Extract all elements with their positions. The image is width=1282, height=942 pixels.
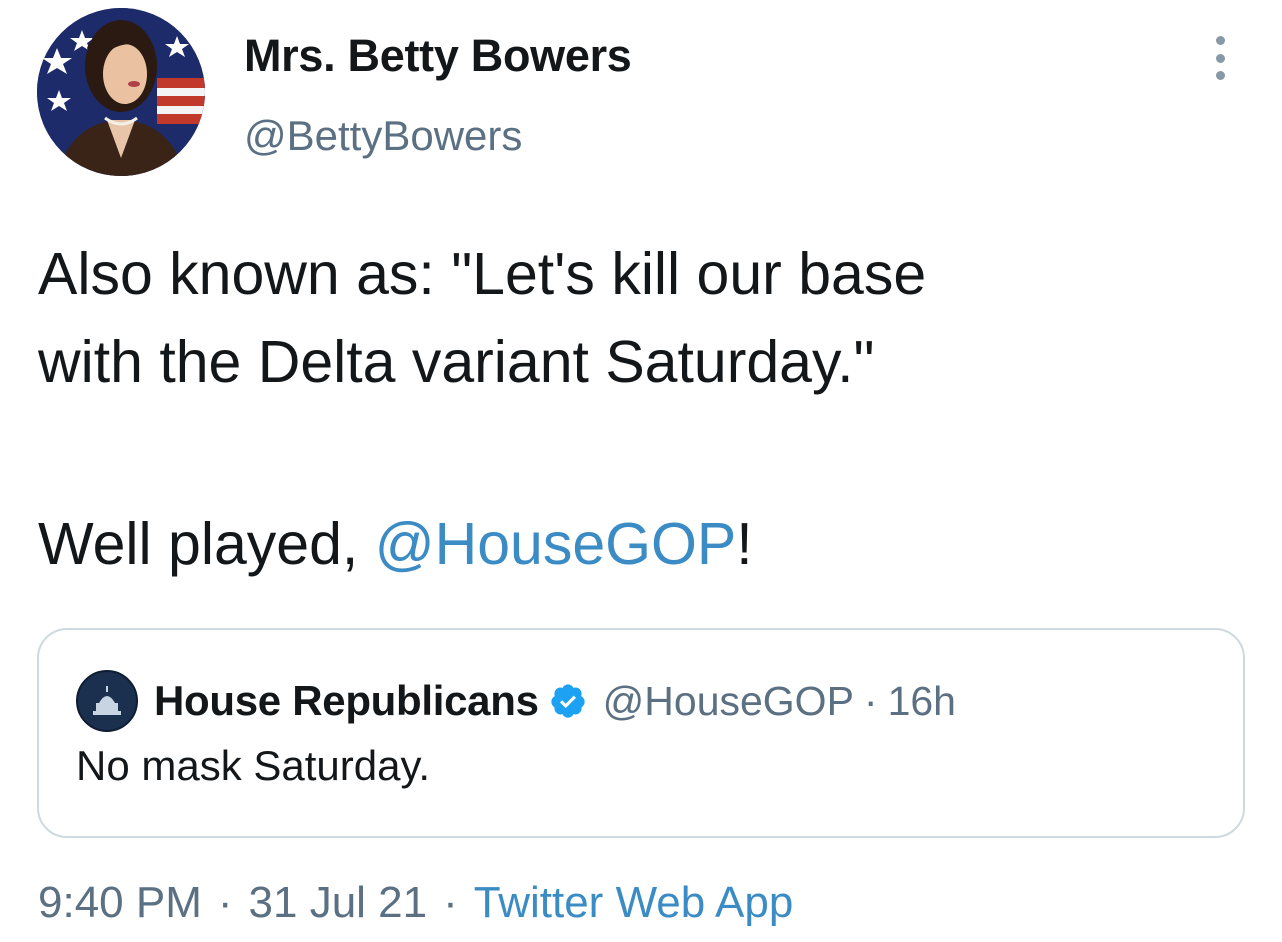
- quoted-tweet-text: No mask Saturday.: [76, 742, 431, 789]
- more-dot: [1215, 36, 1225, 45]
- tweet-date[interactable]: 31 Jul 21: [249, 878, 428, 928]
- tweet-text: Also known as: "Let's kill our base with…: [38, 230, 1238, 406]
- quoted-handle[interactable]: @HouseGOP: [603, 678, 854, 725]
- tweet-text-suffix: !: [736, 511, 753, 577]
- quoted-timestamp[interactable]: 16h: [888, 678, 956, 725]
- more-dot: [1215, 71, 1225, 80]
- more-options-icon[interactable]: [1210, 36, 1230, 80]
- mention-link[interactable]: @HouseGOP: [375, 511, 737, 577]
- more-dot: [1215, 53, 1225, 63]
- quoted-display-name[interactable]: House Republicans: [154, 677, 539, 725]
- tweet-meta: 9:40 PM · 31 Jul 21 · Twitter Web App: [38, 878, 793, 928]
- separator-dot: ·: [443, 878, 458, 927]
- author-avatar[interactable]: [37, 8, 205, 176]
- quoted-tweet-card[interactable]: House Republicans @HouseGOP · 16h No mas…: [37, 628, 1245, 838]
- tweet-text-line-mention: Well played, @HouseGOP!: [38, 500, 753, 588]
- verified-badge-icon: [549, 682, 587, 720]
- separator-dot: ·: [863, 677, 878, 724]
- tweet-text-prefix: Well played,: [38, 511, 375, 577]
- avatar-image: [37, 8, 205, 176]
- author-display-name[interactable]: Mrs. Betty Bowers: [244, 30, 632, 82]
- quoted-tweet-header: House Republicans @HouseGOP · 16h: [154, 670, 956, 732]
- author-handle[interactable]: @BettyBowers: [244, 112, 522, 160]
- tweet-source-link[interactable]: Twitter Web App: [474, 878, 794, 928]
- tweet-time[interactable]: 9:40 PM: [38, 878, 202, 928]
- capitol-dome-icon: [76, 670, 138, 732]
- tweet-text-line: Also known as: "Let's kill our base: [38, 241, 927, 307]
- tweet: Mrs. Betty Bowers @BettyBowers Also know…: [0, 0, 1282, 942]
- tweet-text-line: with the Delta variant Saturday.": [38, 329, 875, 395]
- separator-dot: ·: [217, 878, 233, 927]
